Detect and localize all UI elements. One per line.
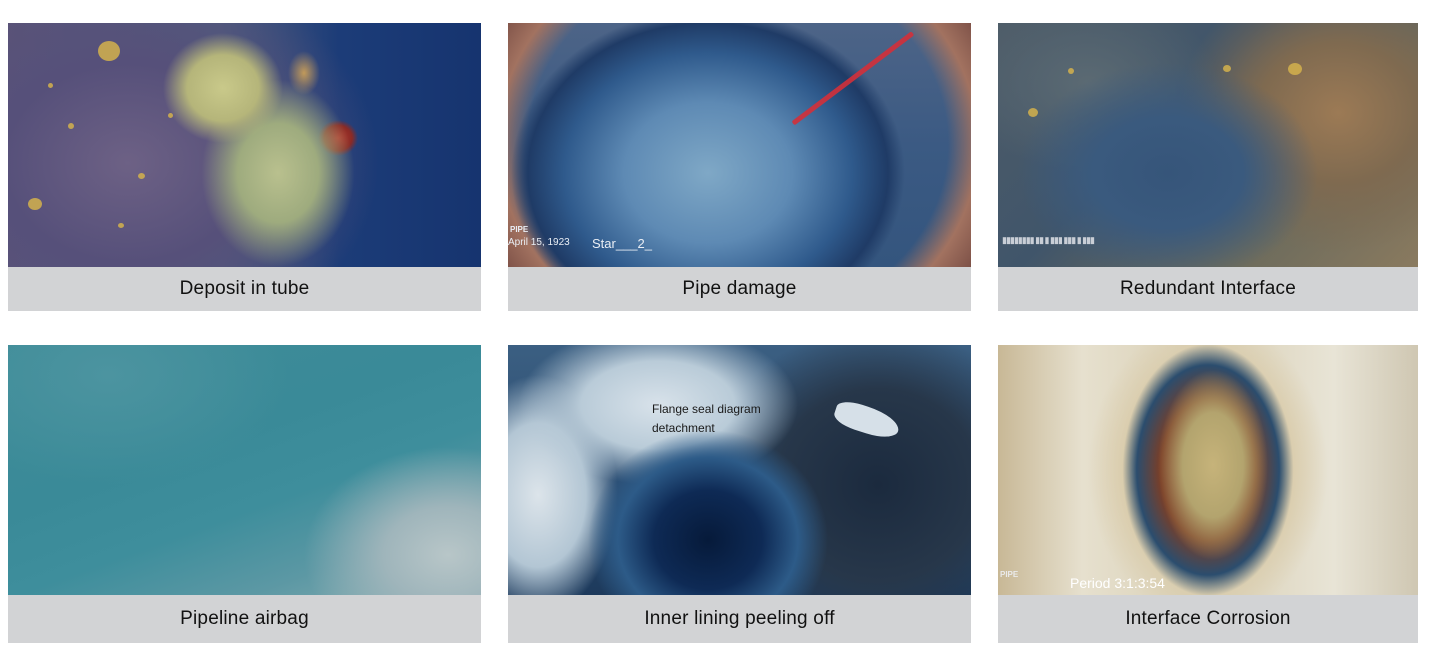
photo-caption: Deposit in tube (8, 267, 481, 311)
photo-caption: Pipe damage (508, 267, 971, 311)
photo-caption: Pipeline airbag (8, 595, 481, 643)
osd-date-text: April 15, 1923 (508, 237, 570, 248)
photo-caption: Redundant Interface (998, 267, 1418, 311)
inspection-photo (8, 23, 481, 267)
detached-seal-fragment (831, 397, 903, 443)
photo-caption: Inner lining peeling off (508, 595, 971, 643)
photo-tile-deposit: Deposit in tube (8, 23, 481, 311)
annotation-text-line1: Flange seal diagram (652, 402, 761, 416)
inspection-photo: Flange seal diagram detachment (508, 345, 971, 595)
photo-tile-interface-corrosion: PIPE Period 3:1:3:54 Interface Corrosion (998, 345, 1418, 643)
osd-prefix-text: PIPE (1000, 570, 1019, 579)
photo-tile-inner-lining: Flange seal diagram detachment Inner lin… (508, 345, 971, 643)
photo-caption: Interface Corrosion (998, 595, 1418, 643)
annotation-text-line2: detachment (652, 421, 715, 435)
osd-brand-text: PIPE (510, 225, 529, 234)
osd-text: ▮▮▮▮▮▮▮▮ ▮▮ ▮ ▮▮▮ ▮▮▮ ▮ ▮▮▮ (1002, 235, 1095, 245)
osd-label-text: Star___2_ (592, 236, 652, 251)
photo-tile-redundant-interface: ▮▮▮▮▮▮▮▮ ▮▮ ▮ ▮▮▮ ▮▮▮ ▮ ▮▮▮ Redundant In… (998, 23, 1418, 311)
inspection-photo: PIPE April 15, 1923 Star___2_ (508, 23, 971, 267)
inspection-photo (8, 345, 481, 595)
laser-marker-line (791, 31, 915, 126)
photo-tile-pipe-damage: PIPE April 15, 1923 Star___2_ Pipe damag… (508, 23, 971, 311)
osd-period-text: Period 3:1:3:54 (1070, 575, 1165, 591)
inspection-photo: PIPE Period 3:1:3:54 (998, 345, 1418, 595)
photo-tile-pipeline-airbag: Pipeline airbag (8, 345, 481, 643)
inspection-photo: ▮▮▮▮▮▮▮▮ ▮▮ ▮ ▮▮▮ ▮▮▮ ▮ ▮▮▮ (998, 23, 1418, 267)
